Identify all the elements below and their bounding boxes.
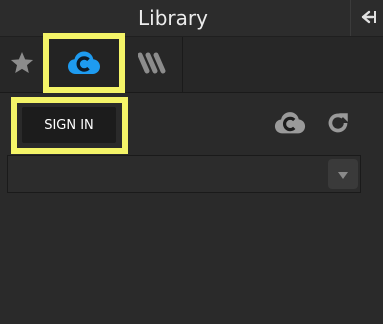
dropdown-arrow-icon: [337, 165, 349, 184]
panel-title: Library: [138, 6, 208, 30]
library-select-button[interactable]: [328, 159, 358, 189]
w-stripes-icon: [137, 52, 168, 78]
tab-w-library[interactable]: [124, 37, 183, 92]
tab-creative-cloud[interactable]: [44, 37, 125, 92]
collapse-panel-button[interactable]: [350, 0, 383, 36]
creative-cloud-icon: [67, 50, 101, 80]
refresh-button[interactable]: [322, 110, 354, 140]
refresh-icon: [325, 110, 351, 140]
library-tab-bar: [0, 37, 383, 93]
tab-favorites[interactable]: [0, 37, 45, 92]
creative-cloud-status-icon: [274, 110, 306, 140]
sign-in-button[interactable]: SIGN IN: [22, 107, 116, 143]
cloud-status-button[interactable]: [274, 110, 306, 140]
arrow-left-to-bar-icon: [360, 9, 376, 28]
tab-bar-empty-area: [182, 37, 383, 92]
library-select[interactable]: [7, 155, 361, 193]
title-bar: Library: [0, 0, 383, 37]
star-icon: [8, 50, 36, 80]
